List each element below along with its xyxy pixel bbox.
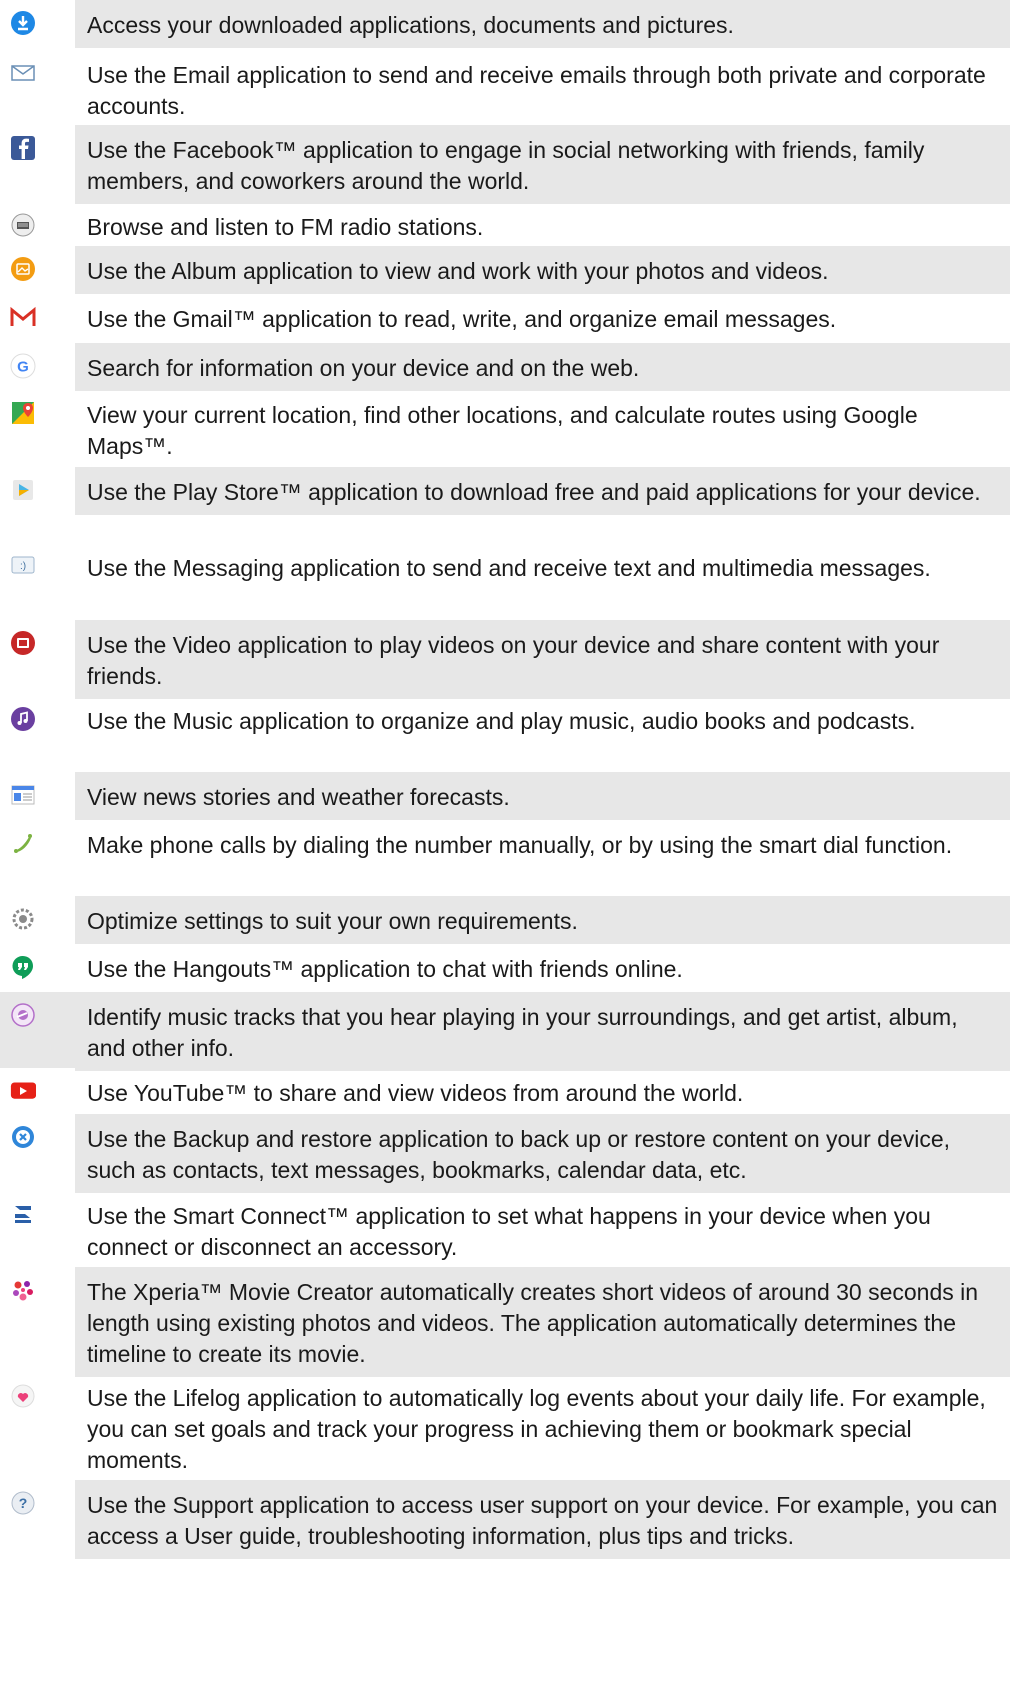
- list-item: Use the Play Store™ application to downl…: [0, 467, 1010, 543]
- hangouts-icon: [10, 954, 36, 980]
- list-item-text: Use the Album application to view and wo…: [75, 246, 1010, 294]
- list-item-text: Search for information on your device an…: [75, 343, 1010, 391]
- messaging-icon: :): [10, 553, 36, 579]
- list-item-text: The Xperia™ Movie Creator automatically …: [75, 1267, 1010, 1377]
- list-item: Use the Lifelog application to automatic…: [0, 1373, 1010, 1480]
- list-item: Browse and listen to FM radio stations.: [0, 202, 1010, 246]
- movie-creator-icon: [10, 1277, 36, 1303]
- fm-radio-icon: [10, 212, 36, 238]
- list-item: Optimize settings to suit your own requi…: [0, 896, 1010, 944]
- list-item: Use the Backup and restore application t…: [0, 1114, 1010, 1193]
- list-item-text: Optimize settings to suit your own requi…: [75, 896, 1010, 944]
- list-item: Use YouTube™ to share and view videos fr…: [0, 1068, 1010, 1114]
- svg-text::): :): [20, 561, 26, 572]
- trackid-icon: [10, 1002, 36, 1028]
- list-item-text: View news stories and weather forecasts.: [75, 772, 1010, 820]
- list-item-text: Use the Hangouts™ application to chat wi…: [87, 956, 683, 982]
- video-icon: [10, 630, 36, 656]
- settings-icon: [10, 906, 36, 932]
- lifelog-icon: [10, 1383, 36, 1409]
- list-item: View your current location, find other l…: [0, 390, 1010, 467]
- list-item: Use the Video application to play videos…: [0, 620, 1010, 699]
- gmail-icon: [10, 304, 36, 330]
- list-item-text: Access your downloaded applications, doc…: [75, 0, 1010, 48]
- list-item: The Xperia™ Movie Creator automatically …: [0, 1267, 1010, 1377]
- list-item: Access your downloaded applications, doc…: [0, 0, 1010, 50]
- list-item-text: Use the Messaging application to send an…: [87, 555, 931, 581]
- list-item-text: View your current location, find other l…: [87, 402, 918, 459]
- youtube-icon: [10, 1078, 36, 1104]
- list-item: Use the Facebook™ application to engage …: [0, 125, 1010, 204]
- list-item: Use the Smart Connect™ application to se…: [0, 1191, 1010, 1267]
- list-item-text: Use the Email application to send and re…: [87, 62, 986, 119]
- support-icon: ?: [10, 1490, 36, 1516]
- list-item: View news stories and weather forecasts.: [0, 772, 1010, 820]
- list-item-text: Use the Video application to play videos…: [75, 620, 1010, 699]
- maps-icon: [10, 400, 36, 426]
- list-item-text: Use the Music application to organize an…: [87, 708, 916, 734]
- music-icon: [10, 706, 36, 732]
- list-item: Use the Music application to organize an…: [0, 696, 1010, 772]
- album-icon: [10, 256, 36, 282]
- svg-text:G: G: [17, 359, 29, 376]
- download-icon: [10, 10, 36, 36]
- list-item: Use the Email application to send and re…: [0, 50, 1010, 125]
- list-item: G Search for information on your device …: [0, 343, 1010, 391]
- list-item: Make phone calls by dialing the number m…: [0, 820, 1010, 896]
- facebook-icon: [10, 135, 36, 161]
- list-item-text: Use the Support application to access us…: [75, 1480, 1010, 1559]
- list-item-text: Identify music tracks that you hear play…: [75, 992, 1010, 1071]
- list-item-text: Browse and listen to FM radio stations.: [87, 214, 484, 240]
- news-weather-icon: [10, 782, 36, 808]
- list-item: Use the Hangouts™ application to chat wi…: [0, 944, 1010, 992]
- backup-restore-icon: [10, 1124, 36, 1150]
- app-list: Access your downloaded applications, doc…: [0, 0, 1010, 1587]
- list-item: Identify music tracks that you hear play…: [0, 992, 1010, 1071]
- list-item: ? Use the Support application to access …: [0, 1480, 1010, 1587]
- play-store-icon: [10, 477, 36, 503]
- smart-connect-icon: [10, 1201, 36, 1227]
- google-icon: G: [10, 353, 36, 379]
- list-item: :) Use the Messaging application to send…: [0, 543, 1010, 620]
- email-icon: [10, 60, 36, 86]
- list-item-text: Make phone calls by dialing the number m…: [87, 832, 953, 858]
- list-item-text: Use the Smart Connect™ application to se…: [87, 1203, 931, 1260]
- list-item-text: Use the Gmail™ application to read, writ…: [87, 306, 837, 332]
- list-item-text: Use the Play Store™ application to downl…: [75, 467, 1010, 515]
- list-item: Use the Album application to view and wo…: [0, 246, 1010, 294]
- list-item-text: Use the Lifelog application to automatic…: [87, 1385, 986, 1473]
- list-item: Use the Gmail™ application to read, writ…: [0, 294, 1010, 343]
- phone-icon: [10, 830, 36, 856]
- list-item-text: Use the Backup and restore application t…: [75, 1114, 1010, 1193]
- svg-text:?: ?: [19, 1495, 28, 1511]
- list-item-text: Use the Facebook™ application to engage …: [75, 125, 1010, 204]
- list-item-text: Use YouTube™ to share and view videos fr…: [87, 1080, 744, 1106]
